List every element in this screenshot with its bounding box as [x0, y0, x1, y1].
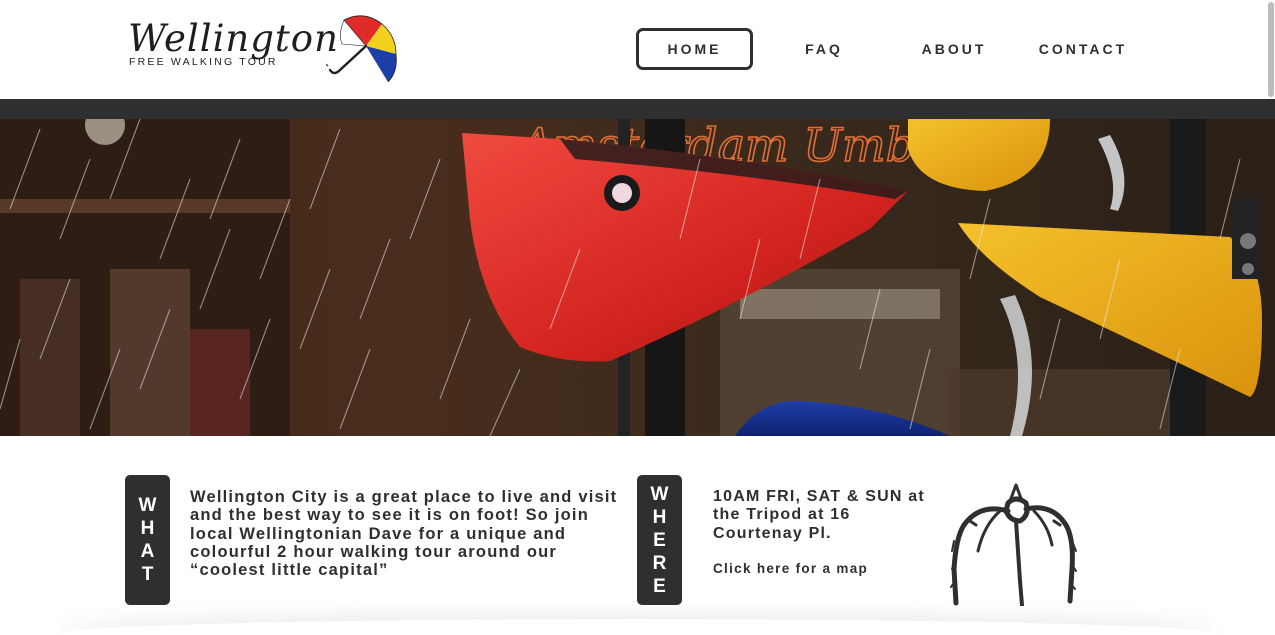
nav-about[interactable]: ABOUT	[908, 28, 1000, 70]
site-logo[interactable]: Wellington FREE WALKING TOUR	[128, 14, 403, 84]
nav-home[interactable]: HOME	[636, 28, 753, 70]
where-tag-letter: E	[653, 529, 666, 551]
info-section: W H A T Wellington City is a great place…	[0, 436, 1275, 635]
where-tag-letter: E	[653, 575, 666, 597]
header-divider-band	[0, 99, 1275, 119]
what-tag-letter: T	[141, 564, 154, 585]
what-tag-letter: W	[138, 495, 157, 516]
section-shadow	[60, 619, 1215, 635]
nav-contact[interactable]: CONTACT	[1032, 28, 1134, 70]
map-link[interactable]: Click here for a map	[713, 561, 868, 576]
what-tag-letter: H	[140, 518, 155, 539]
hero-banner: Amsterdam Umbrellas	[0, 119, 1275, 436]
site-header: Wellington FREE WALKING TOUR HOME FAQ AB…	[0, 0, 1275, 99]
what-tag: W H A T	[125, 475, 170, 605]
hero-image: Amsterdam Umbrellas	[0, 119, 1275, 436]
where-tag-letter: W	[650, 483, 669, 505]
where-description: 10AM FRI, SAT & SUN at the Tripod at 16 …	[713, 488, 925, 542]
where-tag-letter: H	[652, 506, 667, 528]
where-tag-letter: R	[652, 552, 667, 574]
umbrella-icon	[326, 15, 397, 83]
where-tag: W H E R E	[637, 475, 682, 605]
tripod-sculpture-icon	[950, 483, 1077, 606]
page-scrollbar[interactable]	[1267, 0, 1275, 635]
scrollbar-thumb[interactable]	[1268, 2, 1274, 97]
logo-tagline: FREE WALKING TOUR	[129, 56, 278, 68]
logo-wordmark: Wellington	[128, 17, 339, 60]
nav-faq[interactable]: FAQ	[786, 28, 862, 70]
what-description: Wellington City is a great place to live…	[190, 488, 618, 580]
what-tag-letter: A	[140, 541, 155, 562]
